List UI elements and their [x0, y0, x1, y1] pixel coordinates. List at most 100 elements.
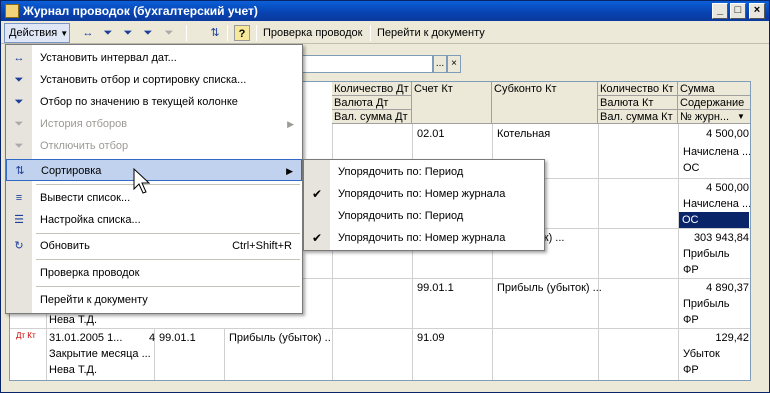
header-cur-sum-dt[interactable]: Вал. сумма Дт: [332, 110, 412, 124]
check-entries-button[interactable]: Проверка проводок: [259, 24, 366, 42]
selected-cell[interactable]: ОС: [679, 212, 749, 228]
submenu-item-order-by-period[interactable]: Упорядочить по: Период: [304, 161, 544, 183]
close-button[interactable]: ×: [749, 3, 765, 19]
menu-item-list-settings[interactable]: ☰ Настройка списка...: [6, 209, 302, 231]
menu-separator: [36, 286, 300, 287]
interval-icon[interactable]: ↔: [80, 25, 96, 41]
cell-person: Нева Т.Д.: [49, 364, 98, 376]
goto-document-button[interactable]: Перейти к документу: [373, 24, 489, 42]
minimize-button[interactable]: _: [712, 3, 728, 19]
cell-extra: ФР: [683, 364, 699, 376]
filter-clear-button[interactable]: ×: [447, 55, 461, 73]
menu-item-check-entries[interactable]: Проверка проводок: [6, 262, 302, 284]
checkmark-icon: ✔: [312, 187, 323, 201]
menu-item-label: Перейти к документу: [40, 294, 148, 306]
header-subconto-kt[interactable]: Субконто Кт: [492, 82, 598, 124]
maximize-button[interactable]: □: [730, 3, 746, 19]
actions-menu-button[interactable]: Действия ▼: [4, 23, 70, 43]
menu-item-label: Сортировка: [41, 165, 102, 177]
cell-sum: 129,42: [715, 332, 749, 344]
cell-acct-dt: 99.01.1: [159, 332, 196, 344]
filter-off-icon: ⏷: [14, 140, 24, 152]
mouse-cursor-icon: [133, 167, 151, 194]
submenu-arrow-icon: ▶: [287, 119, 294, 129]
filter-sort-icon: ⏷: [14, 74, 24, 86]
menu-item-filter-history[interactable]: ⏷ История отборов ▶: [6, 113, 302, 135]
menu-item-filter-sort[interactable]: ⏷ Установить отбор и сортировку списка..…: [6, 69, 302, 91]
submenu-item-label: Упорядочить по: Период: [338, 166, 464, 178]
header-currency-dt[interactable]: Валюта Дт: [332, 96, 412, 110]
title-bar: Журнал проводок (бухгалтерский учет) _ □…: [1, 1, 769, 21]
submenu-arrow-icon: ▶: [286, 166, 293, 176]
menu-item-label: Отключить отбор: [40, 140, 129, 152]
filter-value-icon[interactable]: ⏷: [120, 25, 136, 41]
menu-item-filter-by-value[interactable]: ⏷ Отбор по значению в текущей колонке: [6, 91, 302, 113]
toolbar-separator: [186, 25, 187, 41]
dropdown-arrow-icon: ▼: [60, 29, 69, 38]
menu-item-label: Вывести список...: [40, 192, 131, 204]
header-qty-kt[interactable]: Количество Кт: [598, 82, 678, 96]
cell-extra: ОС: [683, 162, 700, 174]
sort-icon: ⇅: [15, 165, 25, 177]
menu-item-filter-off[interactable]: ⏷ Отключить отбор: [6, 135, 302, 157]
chevron-down-icon[interactable]: ▼: [737, 112, 745, 121]
cell-subconto-dt: Прибыль (убыток) ...: [229, 332, 330, 344]
menu-item-goto-document[interactable]: Перейти к документу: [6, 289, 302, 311]
menu-shortcut: Ctrl+Shift+R: [232, 240, 292, 252]
menu-item-label: Отбор по значению в текущей колонке: [40, 96, 238, 108]
filter-history-icon: ⏷: [14, 118, 24, 130]
actions-menu: ↔ Установить интервал дат... ⏷ Установит…: [5, 44, 303, 314]
submenu-item-order-by-period[interactable]: Упорядочить по: Период: [304, 205, 544, 227]
menu-item-sort[interactable]: ⇅ Сортировка ▶: [6, 159, 302, 181]
list-settings-icon: ☰: [14, 214, 24, 226]
window-title: Журнал проводок (бухгалтерский учет): [23, 4, 258, 18]
filter-sort-icon[interactable]: ⏷: [100, 25, 116, 41]
submenu-item-order-by-journal[interactable]: ✔ Упорядочить по: Номер журнала: [304, 183, 544, 205]
toolbar-separator: [227, 25, 228, 41]
menu-item-label: Настройка списка...: [40, 214, 141, 226]
submenu-item-label: Упорядочить по: Номер журнала: [338, 188, 506, 200]
header-currency-kt[interactable]: Валюта Кт: [598, 96, 678, 110]
cell-sum: 4 500,00: [706, 182, 749, 194]
header-content[interactable]: Содержание: [678, 96, 750, 110]
toolbar: Действия ▼ ↔ ⏷ ⏷ ⏷ ⏷ ⇅ ? Проверка провод…: [1, 22, 769, 44]
cell-subconto-kt: Прибыль (убыток) ...: [497, 282, 602, 294]
menu-item-set-interval[interactable]: ↔ Установить интервал дат...: [6, 47, 302, 69]
menu-item-refresh[interactable]: ↻ Обновить Ctrl+Shift+R: [6, 235, 302, 257]
menu-item-print-list[interactable]: ≡ Вывести список...: [6, 187, 302, 209]
submenu-item-label: Упорядочить по: Период: [338, 210, 464, 222]
cell-content: Прибыль: [683, 248, 730, 260]
filter-select-button[interactable]: ...: [433, 55, 447, 73]
help-icon[interactable]: ?: [234, 25, 250, 41]
filter-input[interactable]: [301, 55, 433, 73]
cell-num: 4: [149, 332, 156, 344]
filter-history-icon[interactable]: ⏷: [140, 25, 156, 41]
filter-off-icon[interactable]: ⏷: [161, 25, 177, 41]
checkmark-icon: ✔: [312, 231, 323, 245]
filter-value-icon: ⏷: [14, 96, 24, 108]
sort-icon[interactable]: ⇅: [207, 25, 223, 41]
menu-item-label: Обновить: [40, 240, 90, 252]
submenu-item-label: Упорядочить по: Номер журнала: [338, 232, 506, 244]
header-cur-sum-kt[interactable]: Вал. сумма Кт: [598, 110, 678, 124]
interval-icon: ↔: [13, 52, 25, 64]
menu-item-label: Установить интервал дат...: [40, 52, 177, 64]
app-window: Журнал проводок (бухгалтерский учет) _ □…: [0, 0, 770, 393]
cell-acct-kt: 02.01: [417, 128, 445, 140]
menu-item-label: Установить отбор и сортировку списка...: [40, 74, 247, 86]
header-qty-dt[interactable]: Количество Дт: [332, 82, 412, 96]
cell-sum: 4 890,37: [706, 282, 749, 294]
app-icon: [5, 4, 19, 18]
grid-line: [224, 328, 225, 380]
sort-submenu: Упорядочить по: Период ✔ Упорядочить по:…: [303, 159, 545, 251]
print-list-icon: ≡: [15, 192, 23, 204]
submenu-item-order-by-journal[interactable]: ✔ Упорядочить по: Номер журнала: [304, 227, 544, 249]
row-divider: [10, 328, 750, 329]
cell-extra: ФР: [683, 314, 699, 326]
cell-content: Начислена ...: [683, 198, 751, 210]
header-sum[interactable]: Сумма: [678, 82, 750, 96]
entry-type-icon: Дт Кт: [16, 331, 36, 340]
cell-subconto-kt: Котельная: [497, 128, 551, 140]
header-acct-kt[interactable]: Счет Кт: [412, 82, 492, 124]
cell-extra: ФР: [683, 264, 699, 276]
